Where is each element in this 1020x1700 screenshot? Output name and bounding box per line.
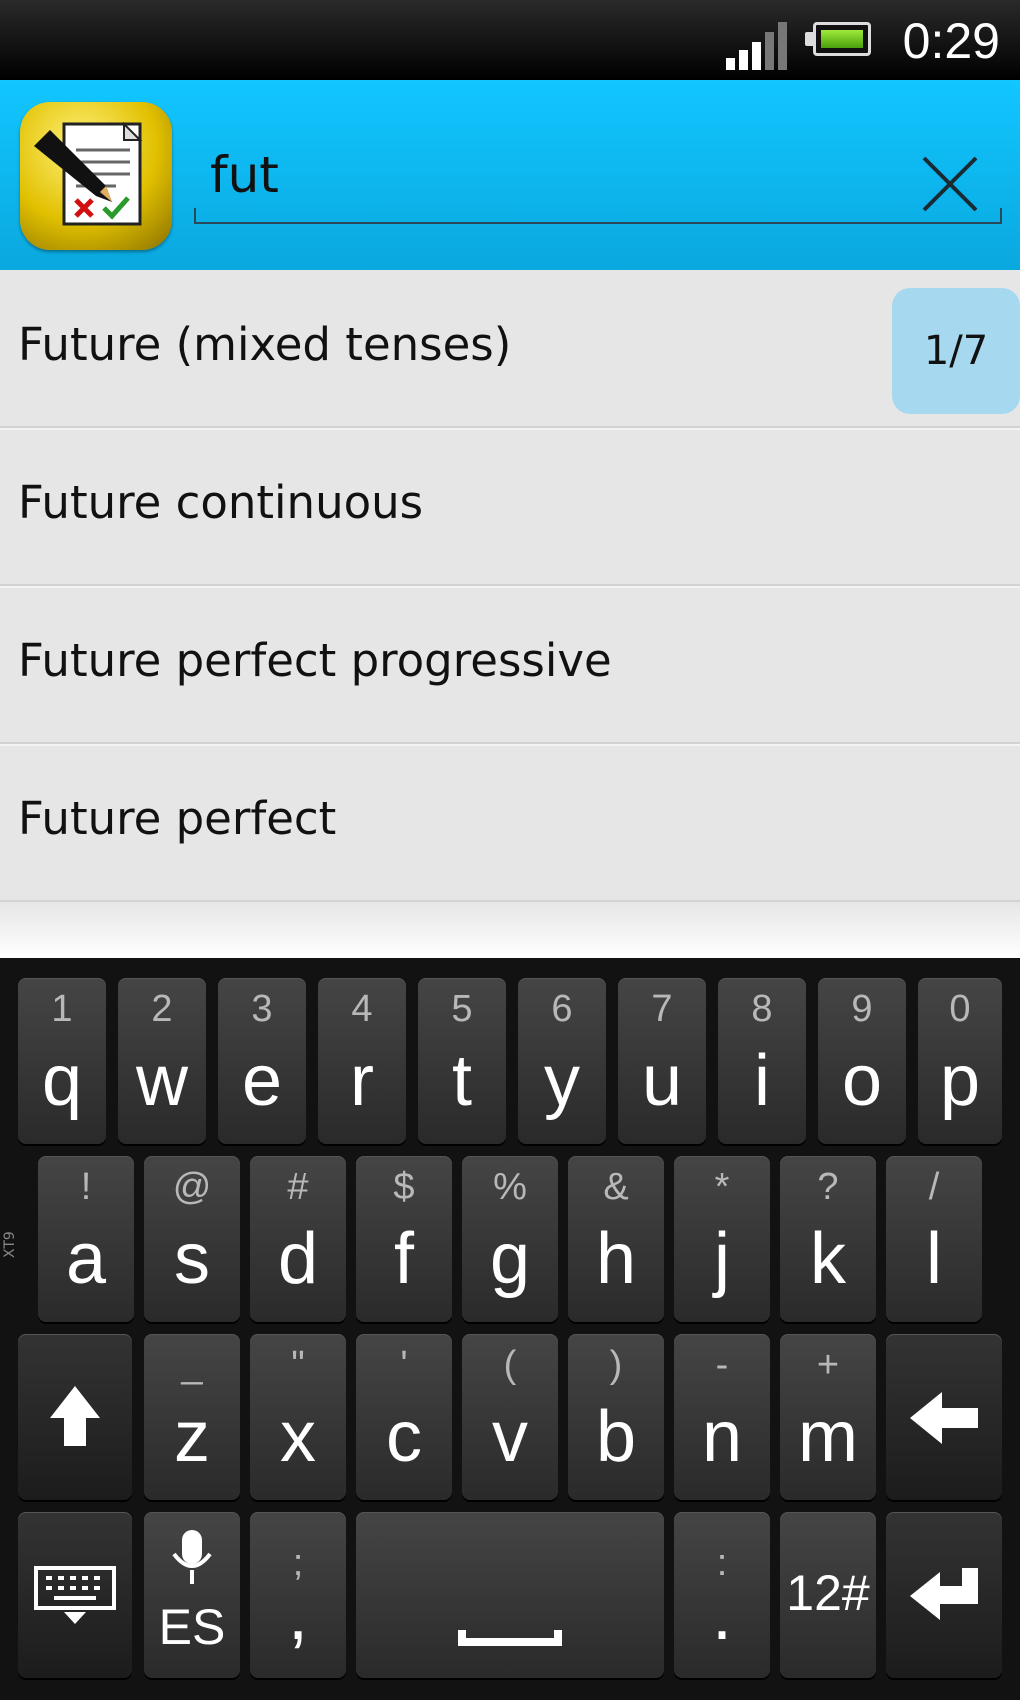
- symbols-key[interactable]: 12#: [780, 1512, 876, 1678]
- key-k[interactable]: ? k: [780, 1156, 876, 1322]
- key-b[interactable]: ) b: [568, 1334, 664, 1500]
- app-logo-icon[interactable]: [20, 102, 172, 250]
- language-label: ES: [158, 1599, 226, 1655]
- list-item[interactable]: Future perfect: [0, 744, 1020, 902]
- key-u[interactable]: 7u: [618, 978, 706, 1144]
- key-v[interactable]: (v: [462, 1334, 558, 1500]
- xt9-label: XT9: [2, 1231, 18, 1258]
- key-n[interactable]: -n: [674, 1334, 770, 1500]
- shift-icon: [50, 1386, 100, 1446]
- backspace-key[interactable]: [886, 1334, 1002, 1500]
- key-m[interactable]: + m: [780, 1334, 876, 1500]
- key-comma[interactable]: ;,: [250, 1512, 346, 1678]
- signal-icon: [726, 22, 787, 70]
- key-q[interactable]: 1q: [18, 978, 106, 1144]
- key-s[interactable]: @ s: [144, 1156, 240, 1322]
- key-f[interactable]: $ f: [356, 1156, 452, 1322]
- results-list: Future (mixed tenses) 1/7 Future continu…: [0, 270, 1020, 958]
- list-fade: [0, 902, 1020, 958]
- clock: 0:29: [902, 13, 1000, 69]
- space-key[interactable]: [356, 1512, 664, 1678]
- key-y[interactable]: 6y: [518, 978, 606, 1144]
- soft-keyboard: 1q 2w 3e 4r 5t 6y 7u 8i 9o 0p ! a @ s # d $…: [0, 958, 1020, 1700]
- list-item-label: Future perfect: [18, 792, 337, 845]
- close-icon: [922, 156, 978, 212]
- key-i[interactable]: 8i: [718, 978, 806, 1144]
- key-z[interactable]: _ z: [144, 1334, 240, 1500]
- backspace-icon: [910, 1392, 978, 1444]
- microphone-icon: [172, 1530, 212, 1584]
- key-x[interactable]: " x: [250, 1334, 346, 1500]
- list-item-label: Future (mixed tenses): [18, 318, 512, 371]
- shift-key[interactable]: [18, 1334, 132, 1500]
- key-period[interactable]: :.: [674, 1512, 770, 1678]
- enter-icon: [910, 1568, 978, 1620]
- space-icon: [458, 1630, 562, 1646]
- battery-icon: [803, 22, 877, 60]
- key-h[interactable]: & h: [568, 1156, 664, 1322]
- action-bar: [0, 80, 1020, 270]
- status-bar: 0:29: [0, 0, 1020, 80]
- list-item[interactable]: Future continuous: [0, 428, 1020, 586]
- language-key[interactable]: ES: [144, 1512, 240, 1678]
- key-l[interactable]: / l: [886, 1156, 982, 1322]
- clear-search-button[interactable]: [910, 144, 990, 224]
- count-badge[interactable]: 1/7: [892, 288, 1020, 414]
- key-j[interactable]: * j: [674, 1156, 770, 1322]
- list-item-label: Future continuous: [18, 476, 424, 529]
- list-item[interactable]: Future perfect progressive: [0, 586, 1020, 744]
- search-underline: [194, 208, 1002, 224]
- key-g[interactable]: % g: [462, 1156, 558, 1322]
- hide-keyboard-key[interactable]: [18, 1512, 132, 1678]
- key-d[interactable]: # d: [250, 1156, 346, 1322]
- keyboard-icon: [34, 1566, 116, 1624]
- key-w[interactable]: 2w: [118, 978, 206, 1144]
- list-item[interactable]: Future (mixed tenses) 1/7: [0, 270, 1020, 428]
- key-e[interactable]: 3e: [218, 978, 306, 1144]
- key-r[interactable]: 4r: [318, 978, 406, 1144]
- list-item-label: Future perfect progressive: [18, 634, 612, 687]
- key-t[interactable]: 5t: [418, 978, 506, 1144]
- key-o[interactable]: 9o: [818, 978, 906, 1144]
- enter-key[interactable]: [886, 1512, 1002, 1678]
- key-a[interactable]: ! a: [38, 1156, 134, 1322]
- key-p[interactable]: 0p: [918, 978, 1002, 1144]
- search-input[interactable]: [210, 140, 810, 210]
- key-c[interactable]: ' c: [356, 1334, 452, 1500]
